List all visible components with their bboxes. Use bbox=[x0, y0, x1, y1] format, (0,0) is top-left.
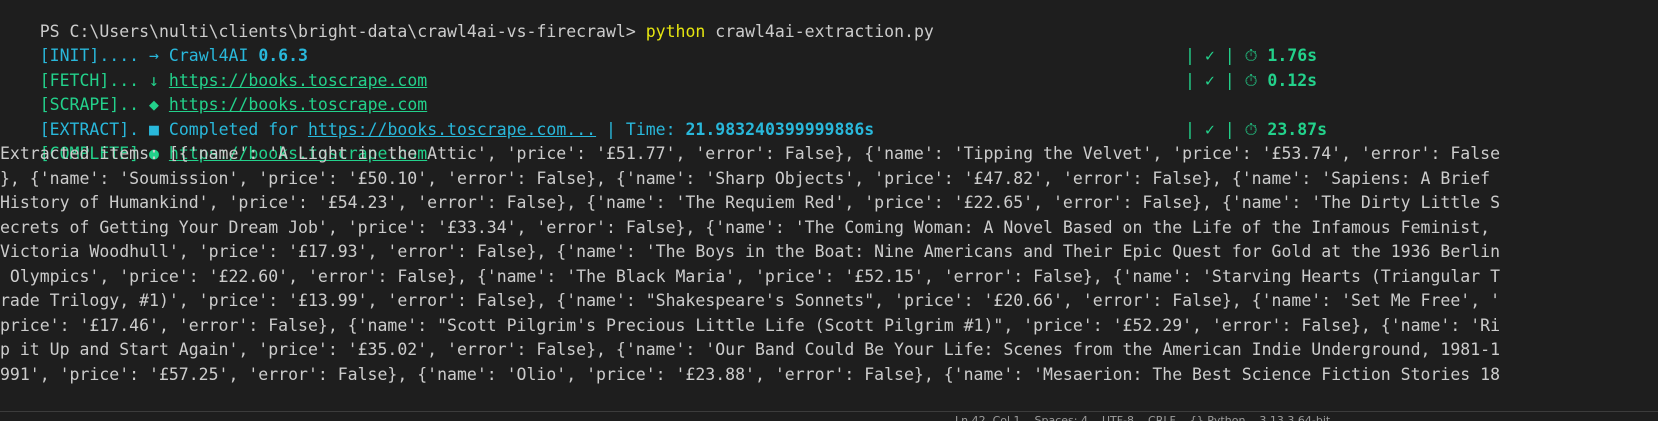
output-line: 991', 'price': '£57.25', 'error': False}… bbox=[0, 364, 1501, 384]
log-init: [INIT].... → Crawl4AI 0.6.3 bbox=[0, 20, 1658, 65]
scrape-status: | ✓ | ⏱ 0.12s bbox=[1185, 69, 1317, 94]
output-line: }, {'name': 'Soumission', 'price': '£50.… bbox=[0, 168, 1491, 188]
check-timer-icons: | ✓ | ⏱ bbox=[1185, 119, 1268, 139]
prompt-line: PS C:\Users\nulti\clients\bright-data\cr… bbox=[0, 0, 1658, 41]
fetch-time: 1.76s bbox=[1267, 46, 1318, 65]
check-timer-icons: | ✓ | ⏱ bbox=[1185, 46, 1268, 65]
log-complete: [COMPLETE] ● https://books.toscrape.com … bbox=[0, 118, 1658, 164]
scrape-time: 0.12s bbox=[1267, 70, 1318, 90]
log-scrape: [SCRAPE].. ◆ https://books.toscrape.com … bbox=[0, 69, 1658, 115]
log-extract: [EXTRACT]. ■ Completed for https://books… bbox=[0, 93, 1658, 139]
output-line: price': '£17.46', 'error': False}, {'nam… bbox=[0, 315, 1501, 335]
output-line: ecrets of Getting Your Dream Job', 'pric… bbox=[0, 217, 1491, 237]
output-line: Olympics', 'price': '£22.60', 'error': F… bbox=[0, 266, 1501, 286]
terminal-panel[interactable]: PS C:\Users\nulti\clients\bright-data\cr… bbox=[0, 0, 1658, 411]
output-line: History of Humankind', 'price': '£54.23'… bbox=[0, 193, 1501, 212]
log-fetch: [FETCH]... ↓ https://books.toscrape.com … bbox=[0, 44, 1658, 90]
output-line: Victoria Woodhull', 'price': '£17.93', '… bbox=[0, 242, 1501, 261]
output-line: p it Up and Start Again', 'price': '£35.… bbox=[0, 340, 1501, 359]
output-line: rade Trilogy, #1)', 'price': '£13.99', '… bbox=[0, 291, 1501, 310]
fetch-status: | ✓ | ⏱ 1.76s bbox=[1185, 44, 1317, 69]
output-line: Extracted items: [{'name': 'A Light in t… bbox=[0, 144, 1501, 163]
complete-status: | ✓ | ⏱ 23.87s bbox=[1185, 118, 1327, 143]
check-timer-icons: | ✓ | ⏱ bbox=[1185, 70, 1268, 90]
complete-time: 23.87s bbox=[1267, 119, 1328, 139]
